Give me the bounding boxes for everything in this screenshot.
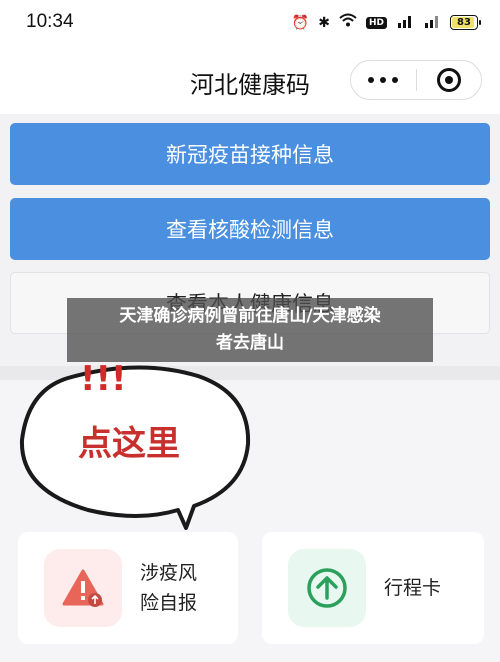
status-bar: 10:34 ⏰ ✱ HD 83	[0, 0, 500, 46]
miniprogram-capsule	[350, 60, 482, 100]
status-icons: ⏰ ✱ HD 83	[291, 13, 481, 32]
caption-line-1: 天津确诊病例曾前往唐山/天津感染	[119, 306, 381, 326]
signal-2g-icon	[423, 14, 441, 31]
wifi-icon	[339, 13, 357, 32]
click-here-text: 点这里	[78, 424, 180, 464]
itinerary-icon-box	[288, 549, 366, 627]
itinerary-label: 行程卡	[384, 577, 442, 599]
more-dots-icon	[368, 77, 399, 83]
risk-report-label-line2: 险自报	[140, 592, 198, 614]
battery-icon: 83	[450, 15, 481, 30]
nucleic-test-button[interactable]: 查看核酸检测信息	[10, 198, 490, 260]
bluetooth-icon: ✱	[318, 14, 330, 31]
news-caption: 天津确诊病例曾前往唐山/天津感染 者去唐山	[67, 298, 433, 362]
close-button[interactable]	[417, 61, 482, 99]
click-here-bubble: !!! 点这里	[19, 359, 251, 530]
arrow-up-circle-icon	[307, 568, 347, 608]
risk-report-label: 涉疫风 险自报	[140, 558, 197, 618]
caption-line-2: 者去唐山	[216, 333, 284, 353]
warning-icon	[62, 569, 104, 607]
battery-text: 83	[457, 17, 471, 28]
nav-bar: 河北健康码	[0, 46, 500, 114]
alarm-icon: ⏰	[291, 14, 310, 31]
signal-5g-icon	[396, 14, 414, 31]
exclaim-marks: !!!	[80, 359, 127, 399]
itinerary-card[interactable]: 行程卡	[262, 532, 484, 644]
hd-icon: HD	[365, 16, 387, 29]
risk-report-label-line1: 涉疫风	[140, 562, 198, 584]
target-icon	[436, 68, 461, 92]
status-time: 10:34	[26, 11, 74, 32]
risk-icon-box	[44, 549, 122, 627]
more-button[interactable]	[351, 61, 416, 99]
risk-report-card[interactable]: 涉疫风 险自报	[18, 532, 238, 644]
vaccine-info-button[interactable]: 新冠疫苗接种信息	[10, 123, 490, 185]
